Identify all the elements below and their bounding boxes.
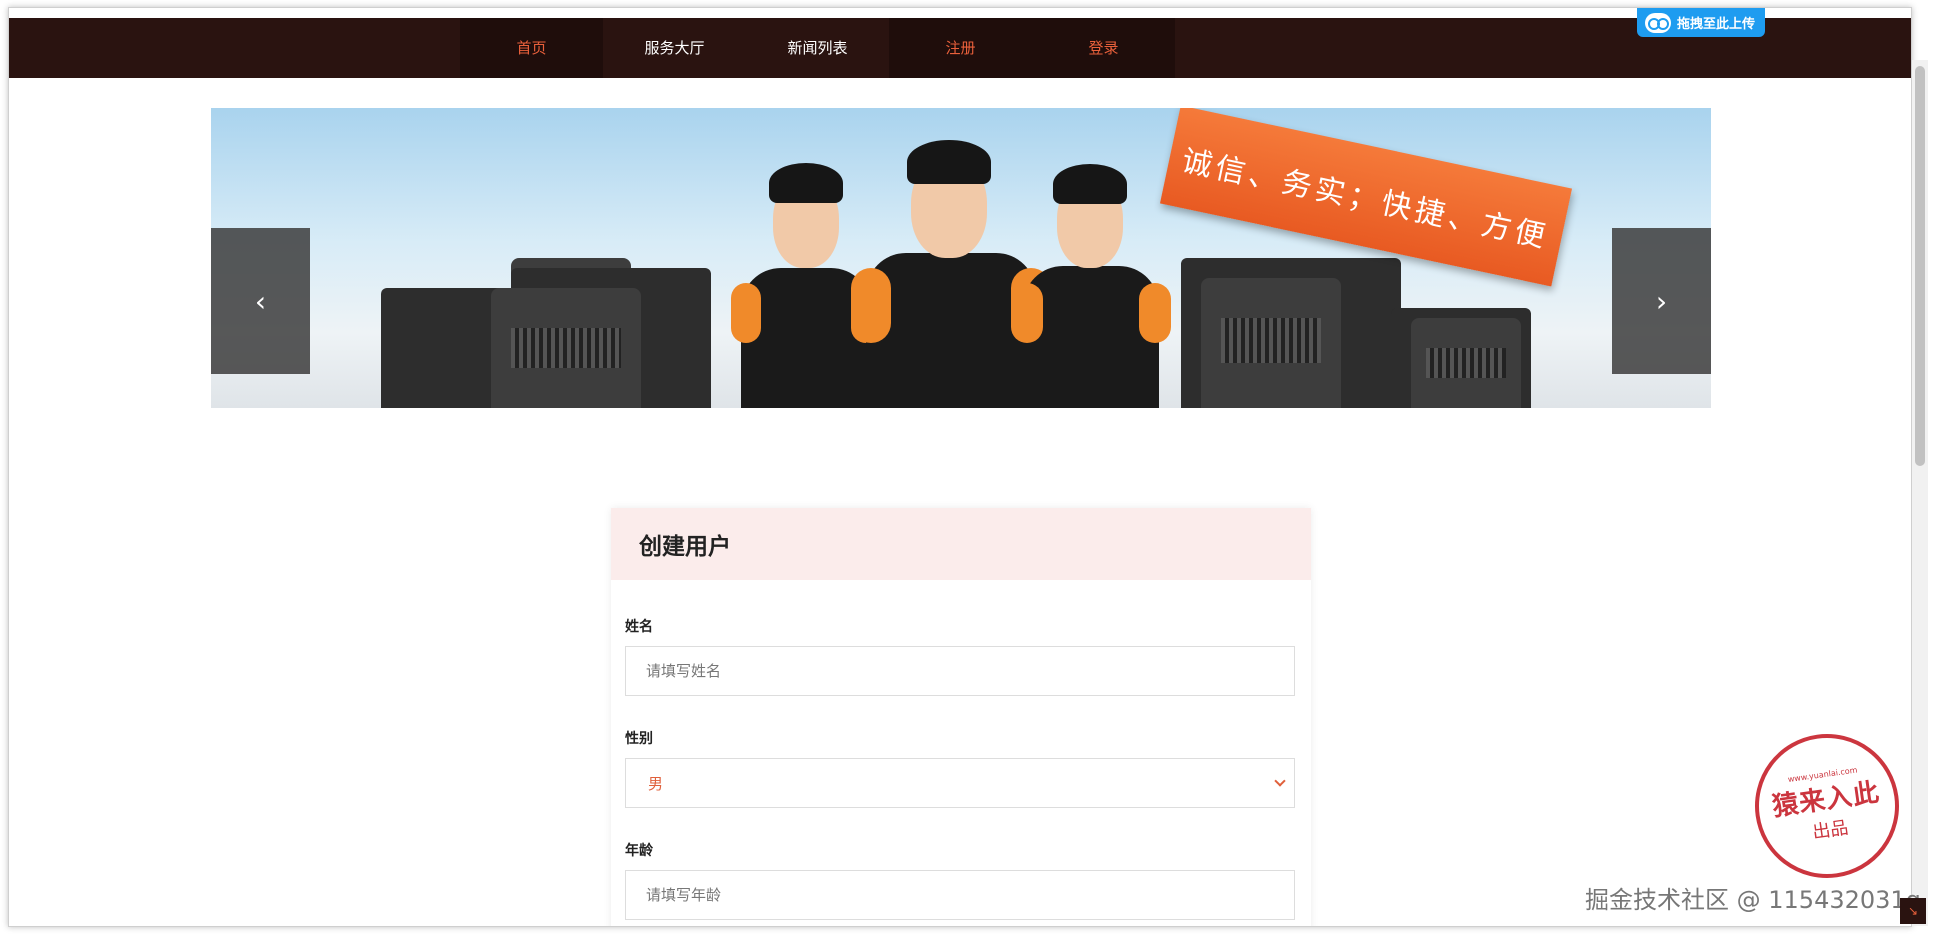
nav-item-home[interactable]: 首页 [460, 18, 603, 78]
nav-item-register[interactable]: 注册 [889, 18, 1032, 78]
upload-badge[interactable]: 拖拽至此上传 [1637, 8, 1765, 37]
watermark: 掘金技术社区 @ 115432031q [1585, 886, 1921, 914]
carousel-prev-button[interactable]: ‹ [211, 228, 310, 374]
truck-graphic [1391, 308, 1531, 408]
cloud-icon [1645, 12, 1671, 33]
courier-person [1011, 138, 1171, 408]
age-label: 年龄 [625, 843, 653, 859]
name-input[interactable] [625, 646, 1295, 696]
scroll-thumb[interactable] [1915, 66, 1925, 466]
age-field: 年龄 [625, 840, 1295, 920]
gender-label: 性别 [625, 731, 653, 747]
browser-page: 首页 服务大厅 新闻列表 注册 登录 拖拽至此上传 诚信、务实；快捷、方便 ‹ … [8, 7, 1912, 927]
top-nav: 首页 服务大厅 新闻列表 注册 登录 [9, 18, 1911, 78]
create-user-card: 创建用户 姓名 性别 男 年龄 [611, 508, 1311, 926]
nav-item-login[interactable]: 登录 [1032, 18, 1175, 78]
name-label: 姓名 [625, 619, 653, 635]
upload-label: 拖拽至此上传 [1677, 17, 1756, 32]
chevron-left-icon: ‹ [254, 284, 267, 318]
nav-item-news-list[interactable]: 新闻列表 [746, 18, 889, 78]
name-field: 姓名 [625, 616, 1295, 696]
nav-item-service-hall[interactable]: 服务大厅 [603, 18, 746, 78]
stamp-sub: 出品 [1811, 817, 1850, 844]
card-title: 创建用户 [611, 508, 1311, 580]
gender-field: 性别 男 [625, 728, 1295, 808]
gender-select[interactable]: 男 [625, 758, 1295, 808]
truck-graphic [491, 268, 711, 408]
carousel-next-button[interactable]: › [1612, 228, 1711, 374]
chevron-right-icon: › [1655, 284, 1668, 318]
nav-group: 首页 服务大厅 新闻列表 注册 登录 [460, 18, 1175, 78]
banner-carousel: 诚信、务实；快捷、方便 ‹ › [211, 108, 1711, 408]
truck-graphic [1181, 258, 1401, 408]
page-scrollbar[interactable] [1912, 60, 1928, 926]
age-input[interactable] [625, 870, 1295, 920]
gender-value: 男 [648, 774, 664, 793]
chevron-down-icon [1274, 775, 1286, 787]
arrow-icon: ↘ [1907, 904, 1919, 918]
back-to-top-button[interactable]: ↘ [1900, 898, 1926, 924]
